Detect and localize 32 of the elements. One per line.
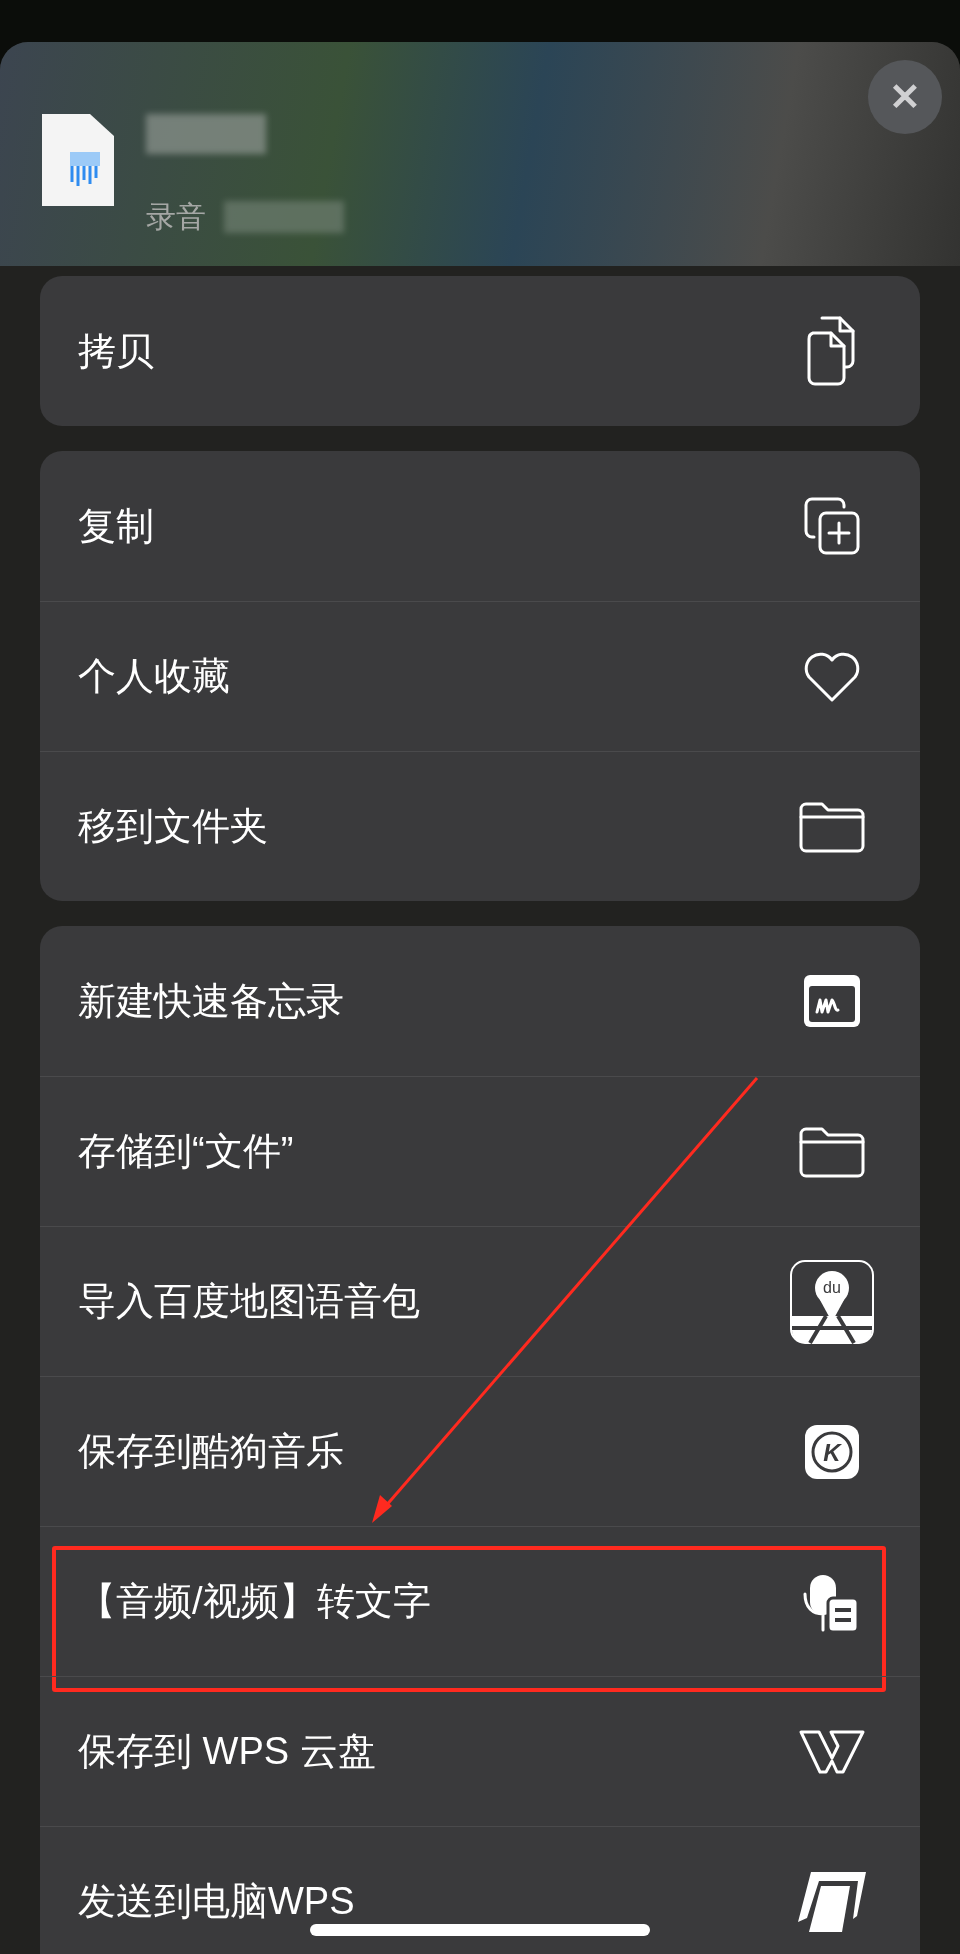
file-subtitle: 录音 bbox=[146, 199, 206, 235]
folder-icon bbox=[799, 1125, 865, 1178]
action-row[interactable]: 移到文件夹 bbox=[40, 751, 920, 901]
duplicate-icon bbox=[804, 497, 860, 555]
action-label: 复制 bbox=[78, 503, 154, 549]
w-logo-icon bbox=[799, 1728, 865, 1775]
action-row[interactable]: 新建快速备忘录 bbox=[40, 926, 920, 1076]
action-label: 保存到酷狗音乐 bbox=[78, 1429, 344, 1474]
folder-icon bbox=[799, 800, 865, 853]
heart-icon bbox=[803, 650, 861, 703]
map-pin-icon: du bbox=[790, 1259, 874, 1344]
action-label: 拷贝 bbox=[78, 328, 154, 374]
action-label: 导入百度地图语音包 bbox=[78, 1279, 420, 1324]
close-button[interactable]: ✕ bbox=[868, 60, 942, 134]
action-label: 存储到“文件” bbox=[78, 1129, 294, 1174]
action-label: 新建快速备忘录 bbox=[78, 978, 344, 1024]
action-label: 个人收藏 bbox=[78, 654, 230, 699]
action-row[interactable]: 保存到酷狗音乐 K bbox=[40, 1376, 920, 1526]
action-row[interactable]: 【音频/视频】转文字 bbox=[40, 1526, 920, 1676]
slanted-panels-icon bbox=[797, 1869, 867, 1934]
action-row[interactable]: 存储到“文件” bbox=[40, 1076, 920, 1226]
action-row[interactable]: 个人收藏 bbox=[40, 601, 920, 751]
action-label: 发送到电脑WPS bbox=[78, 1879, 355, 1924]
action-label: 【音频/视频】转文字 bbox=[78, 1579, 431, 1624]
action-label: 保存到 WPS 云盘 bbox=[78, 1729, 376, 1774]
action-row[interactable]: 保存到 WPS 云盘 bbox=[40, 1676, 920, 1826]
action-label: 移到文件夹 bbox=[78, 804, 268, 849]
action-row[interactable]: 导入百度地图语音包 du bbox=[40, 1226, 920, 1376]
k-logo-icon: K bbox=[804, 1423, 860, 1480]
memo-icon bbox=[803, 974, 861, 1028]
action-row[interactable]: 复制 bbox=[40, 451, 920, 601]
action-row[interactable]: 拷贝 bbox=[40, 276, 920, 426]
